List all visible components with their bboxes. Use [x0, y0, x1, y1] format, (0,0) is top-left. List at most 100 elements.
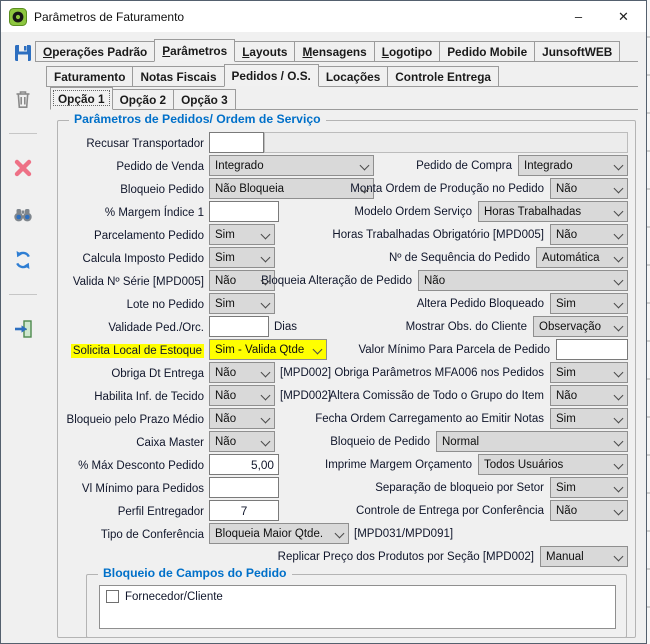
field-label: Dias — [274, 321, 297, 333]
field-label: Bloqueio de Pedido — [330, 436, 430, 448]
solicita-local-de-estoque-combo[interactable]: Sim - Valida Qtde — [209, 339, 327, 360]
combo-value: Não — [215, 390, 259, 402]
altera-pedido-bloqueado-combo[interactable]: Sim — [550, 293, 628, 314]
tab-opcao-3[interactable]: Opção 3 — [173, 89, 236, 109]
left-label-cell: Solicita Local de Estoque — [66, 341, 204, 359]
altera-comissao-de-todo-o-grupo-do-item-combo[interactable]: Não — [550, 385, 628, 406]
controle-de-entrega-por-conferencia-combo[interactable]: Não — [550, 500, 628, 521]
habilita-inf-de-tecido-combo[interactable]: Não — [209, 385, 275, 406]
field-label: Pedido de Venda — [116, 161, 204, 173]
horas-trabalhadas-obrigatorio-mpd005-combo[interactable]: Não — [550, 224, 628, 245]
modelo-ordem-servico-combo[interactable]: Horas Trabalhadas — [478, 201, 628, 222]
field-label: [MPD002] — [280, 367, 331, 379]
recusar-transportador-input[interactable] — [209, 132, 264, 153]
close-button[interactable]: ✕ — [601, 1, 646, 32]
field-label: Nº de Sequência do Pedido — [389, 252, 530, 264]
tab-label: Parâmetros — [162, 44, 227, 58]
delete-button[interactable] — [11, 87, 35, 111]
tab-label: Pedido Mobile — [447, 45, 527, 59]
field-label: Mostrar Obs. do Cliente — [406, 321, 527, 333]
tab-locacoes[interactable]: Locações — [318, 66, 388, 86]
exit-button[interactable] — [11, 317, 35, 341]
tab-layouts[interactable]: Layouts — [234, 41, 295, 61]
valor-minimo-para-parcela-de-pedido-input[interactable] — [556, 339, 628, 360]
right-cell — [264, 132, 628, 153]
combo-value: Sim — [215, 252, 259, 264]
tab-mensagens[interactable]: Mensagens — [294, 41, 374, 61]
search-button[interactable] — [11, 202, 35, 226]
replicar-preco-dos-produtos-por-secao-mpd002-combo[interactable]: Manual — [540, 546, 628, 567]
parametros-faturamento-window: Parâmetros de Faturamento – ✕ — [0, 0, 647, 644]
tipo-de-conferencia-combo[interactable]: Bloqueia Maior Qtde. — [209, 523, 349, 544]
combo-value: Não — [556, 229, 612, 241]
groupbox-title: Parâmetros de Pedidos/ Ordem de Serviço — [69, 112, 326, 126]
obriga-parametros-mfa006-nos-pedidos-combo[interactable]: Sim — [550, 362, 628, 383]
pedido-de-compra-combo[interactable]: Integrado — [518, 155, 628, 176]
inner-groupbox-title: Bloqueio de Campos do Pedido — [98, 566, 292, 580]
valida-n-serie-mpd005-combo[interactable]: Não — [209, 270, 275, 291]
obriga-dt-entrega-combo[interactable]: Não — [209, 362, 275, 383]
bloqueio-pedido-combo[interactable]: Não Bloqueia — [209, 178, 374, 199]
left-label-cell: Obriga Dt Entrega — [66, 364, 204, 382]
right-cell: Fecha Ordem Carregamento ao Emitir Notas… — [275, 408, 628, 429]
field-label: Separação de bloqueio por Setor — [375, 482, 544, 494]
tab-pedido-mobile[interactable]: Pedido Mobile — [439, 41, 535, 61]
combo-value: Bloqueia Maior Qtde. — [215, 528, 333, 540]
tab-logotipo[interactable]: Logotipo — [374, 41, 440, 61]
chevron-down-icon — [261, 253, 271, 263]
chevron-down-icon — [261, 437, 271, 447]
left-label-cell: Valida Nº Série [MPD005] — [66, 272, 204, 290]
save-button[interactable] — [11, 41, 35, 65]
tab-operacoes-padrao[interactable]: Operações Padrão — [35, 41, 155, 61]
form-row: Solicita Local de Estoque Sim - Valida Qt… — [66, 338, 628, 361]
margem-indice-1-input[interactable] — [209, 201, 279, 222]
left-label-cell: Recusar Transportador — [66, 134, 204, 152]
minimize-button[interactable]: – — [556, 1, 601, 32]
form-row: Perfil EntregadorControle de Entrega por… — [66, 499, 628, 522]
bloqueio-pelo-prazo-medio-combo[interactable]: Não — [209, 408, 275, 429]
campos-listbox[interactable]: Fornecedor/Cliente — [99, 585, 616, 629]
max-desconto-pedido-input[interactable] — [209, 454, 279, 475]
bloqueio-de-pedido-combo[interactable]: Normal — [436, 431, 628, 452]
separacao-de-bloqueio-por-setor-combo[interactable]: Sim — [550, 477, 628, 498]
chevron-down-icon — [261, 276, 271, 286]
combo-value: Não — [556, 390, 612, 402]
chevron-down-icon — [614, 230, 624, 240]
right-cell: Bloqueio de Pedido Normal — [275, 431, 628, 452]
cancel-button[interactable] — [11, 156, 35, 180]
left-label-cell: Bloqueio pelo Prazo Médio — [66, 410, 204, 428]
fecha-ordem-carregamento-ao-emitir-notas-combo[interactable]: Sim — [550, 408, 628, 429]
parcelamento-pedido-combo[interactable]: Sim — [209, 224, 275, 245]
tab-parametros[interactable]: Parâmetros — [154, 39, 235, 62]
tab-pedidos-o-s[interactable]: Pedidos / O.S. — [224, 64, 319, 87]
left-control-cell: Não — [209, 431, 275, 452]
tab-controle-entrega[interactable]: Controle Entrega — [387, 66, 499, 86]
pedido-de-venda-combo[interactable]: Integrado — [209, 155, 374, 176]
field-label: Bloqueio Pedido — [120, 184, 204, 196]
lote-no-pedido-combo[interactable]: Sim — [209, 293, 275, 314]
vl-minimo-para-pedidos-input[interactable] — [209, 477, 279, 498]
monta-ordem-de-producao-no-pedido-combo[interactable]: Não — [550, 178, 628, 199]
imprime-margem-orcamento-combo[interactable]: Todos Usuários — [478, 454, 628, 475]
right-cell: Altera Comissão de Todo o Grupo do Item N… — [331, 385, 628, 406]
combo-value: Integrado — [524, 160, 612, 172]
form-row: % Margem Índice 1Modelo Ordem ServiçoHor… — [66, 200, 628, 223]
chevron-down-icon — [614, 368, 624, 378]
fornecedor-cliente-checkbox[interactable] — [106, 590, 119, 603]
save-icon — [12, 42, 34, 64]
tab-opcao-1[interactable]: Opção 1 — [50, 87, 113, 110]
tab-junsoftweb[interactable]: JunsoftWEB — [534, 41, 620, 61]
n-de-sequencia-do-pedido-combo[interactable]: Automática — [536, 247, 628, 268]
perfil-entregador-input[interactable] — [209, 500, 279, 521]
validade-ped-orc-input[interactable] — [209, 316, 269, 337]
tab-opcao-2[interactable]: Opção 2 — [112, 89, 175, 109]
tab-faturamento[interactable]: Faturamento — [46, 66, 133, 86]
refresh-button[interactable] — [11, 248, 35, 272]
caixa-master-combo[interactable]: Não — [209, 431, 275, 452]
tab-notas-fiscais[interactable]: Notas Fiscais — [132, 66, 224, 86]
mostrar-obs-do-cliente-combo[interactable]: Observação — [533, 316, 628, 337]
left-control-cell: Bloqueia Maior Qtde.[MPD031/MPD091] — [209, 523, 453, 544]
bloqueia-alteracao-de-pedido-combo[interactable]: Não — [418, 270, 628, 291]
field-label: Altera Comissão de Todo o Grupo do Item — [329, 390, 544, 402]
calcula-imposto-pedido-combo[interactable]: Sim — [209, 247, 275, 268]
